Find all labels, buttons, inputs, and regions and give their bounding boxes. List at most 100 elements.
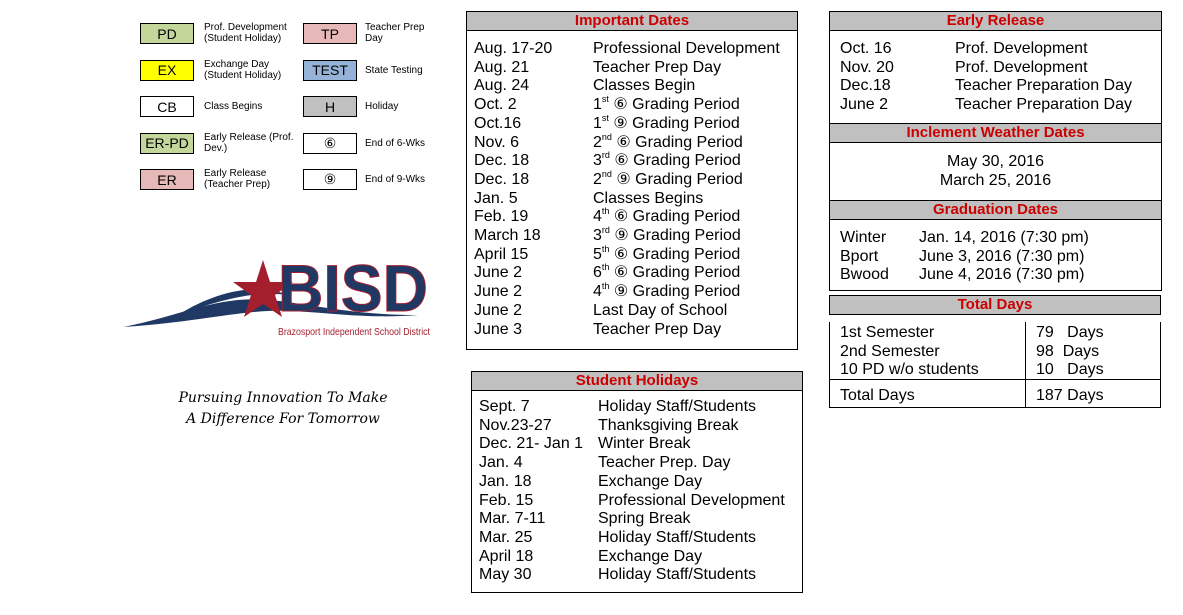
legend-swatch: TEST	[303, 59, 357, 81]
event-label: Holiday Staff/Students	[598, 528, 757, 546]
list-item: Feb. 15 Professional Development	[479, 492, 785, 511]
legend-label: Holiday	[365, 101, 399, 112]
date: Aug. 17-20	[474, 40, 553, 57]
event-label: Classes Begins	[593, 189, 704, 207]
event: Teacher Prep Day	[593, 321, 721, 340]
list-item: Dec. 21- Jan 1 Winter Break	[479, 435, 785, 454]
legend-label: Early Release (Prof. Dev.)	[204, 131, 294, 154]
event-label: Exchange Day	[598, 472, 703, 490]
event: Holiday Staff/Students	[598, 398, 756, 417]
date: Jan. 14, 2016 (7:30 pm)	[919, 229, 1089, 246]
legend-swatch: ⑥	[303, 132, 357, 154]
list-item: Nov.23-27 Thanksgiving Break	[479, 417, 785, 436]
date: May 30	[479, 566, 532, 584]
table-row: 10 PD w/o students 10 Days	[840, 361, 1104, 380]
list-item: June 2 Last Day of School	[474, 302, 780, 321]
svg-text:Brazosport Independent School: Brazosport Independent School District	[278, 326, 430, 338]
event: Winter Break	[598, 435, 690, 454]
event-label: Teacher Prep Day	[593, 58, 722, 76]
list-item: June 2 Teacher Preparation Day	[840, 96, 1132, 115]
legend-label: End of 6-Wks	[365, 137, 426, 149]
event: Prof. Development	[955, 40, 1088, 59]
inclement-date: March 25, 2016	[939, 171, 1052, 189]
event: Holiday Staff/Students	[598, 529, 756, 548]
list-item: Bport June 3, 2016 (7:30 pm)	[840, 248, 1089, 267]
ordinal-suffix: st	[601, 94, 609, 105]
list-item: May 30 Holiday Staff/Students	[479, 566, 785, 585]
event-label: Grading Period	[633, 152, 741, 170]
list-item: Dec. 18 3rd ⑥ Grading Period	[474, 151, 780, 171]
event-label: Prof. Development	[955, 40, 1088, 57]
ordinal-suffix: th	[601, 262, 610, 273]
event: Professional Development	[598, 492, 785, 511]
list-item: Winter Jan. 14, 2016 (7:30 pm)	[840, 229, 1089, 248]
date: Dec. 18	[474, 152, 530, 170]
list-item: Mar. 25 Holiday Staff/Students	[479, 529, 785, 548]
total-days-list: 1st Semester 79 Days 2nd Semester 98 Days 10…	[840, 324, 1104, 380]
date: Oct. 2	[474, 96, 517, 114]
event: Teacher Prep Day	[593, 59, 721, 78]
period-number: 4	[593, 208, 602, 226]
legend-swatch: H	[303, 96, 357, 117]
school: Bwood	[840, 266, 889, 284]
event-label: Professional Development	[598, 491, 785, 509]
list-item: March 18 3rd ⑨ Grading Period	[474, 226, 780, 246]
value: 79 Days	[1036, 324, 1104, 341]
event-label: Grading Period	[633, 227, 741, 245]
list-item: Mar. 7-11 Spring Break	[479, 510, 785, 529]
event-label: Grading Period	[632, 114, 740, 132]
date: Dec. 21- Jan 1	[479, 435, 584, 453]
event-label: Holiday Staff/Students	[598, 566, 757, 584]
list-item: Aug. 17-20 Professional Development	[474, 40, 780, 59]
list-item: Aug. 24 Classes Begin	[474, 77, 780, 96]
date: Feb. 19	[474, 208, 529, 226]
legend-swatch: PD	[140, 23, 194, 44]
legend-swatch: CB	[140, 96, 194, 117]
value: 10 Days	[1036, 361, 1104, 379]
grading-period-icon: ⑨	[613, 283, 629, 301]
event-label: Spring Break	[598, 510, 691, 528]
event-label: Teacher Prep Day	[593, 320, 722, 338]
period-number: 1	[593, 114, 602, 132]
value: 98 Days	[1036, 342, 1100, 360]
event: 6th ⑥ Grading Period	[593, 262, 740, 283]
event-label: Classes Begin	[593, 77, 696, 95]
list-item: Dec.18 Teacher Preparation Day	[840, 77, 1132, 96]
table-row: 2nd Semester 98 Days	[840, 343, 1104, 362]
list-item: Jan. 18 Exchange Day	[479, 473, 785, 492]
list-item: Bwood June 4, 2016 (7:30 pm)	[840, 266, 1089, 285]
event-label: Teacher Preparation Day	[955, 96, 1132, 114]
tagline-line: Pursuing Innovation To Make	[178, 390, 388, 406]
date: Nov. 20	[840, 58, 894, 76]
total-days-title: Total Days	[829, 295, 1161, 315]
list-item: June 3 Teacher Prep Day	[474, 321, 780, 340]
event: 4th ⑥ Grading Period	[593, 207, 740, 227]
event-label: Grading Period	[632, 245, 741, 263]
event: Spring Break	[598, 510, 691, 529]
student-holidays-list: Sept. 7 Holiday Staff/Students Nov.23-27 Th…	[479, 398, 785, 585]
date: Jan. 4	[479, 454, 523, 472]
ordinal-suffix: th	[601, 243, 610, 254]
date: April 18	[479, 547, 534, 565]
date: Sept. 7	[479, 398, 530, 415]
graduation-list: Winter Jan. 14, 2016 (7:30 pm) Bport June 3…	[840, 229, 1089, 285]
event: Prof. Development	[955, 59, 1088, 78]
event-label: Thanksgiving Break	[598, 416, 739, 434]
legend-swatch: EX	[140, 59, 194, 81]
event-label: Last Day of School	[593, 301, 728, 319]
period-number: 6	[593, 264, 602, 282]
event: Exchange Day	[598, 473, 702, 492]
date: March 18	[474, 227, 541, 245]
total-label: Total Days	[840, 387, 915, 404]
grading-period-icon: ⑨	[614, 227, 629, 245]
list-item: Nov. 20 Prof. Development	[840, 59, 1132, 78]
ordinal-suffix: nd	[601, 131, 612, 142]
grading-period-icon: ⑥	[616, 133, 631, 151]
event: 2nd ⑨ Grading Period	[593, 169, 743, 190]
date: June 3	[474, 320, 523, 338]
list-item: Oct. 16 Prof. Development	[840, 40, 1132, 59]
date: Dec. 18	[474, 170, 530, 188]
date: Aug. 21	[474, 58, 530, 76]
event: Teacher Prep. Day	[598, 454, 731, 473]
legend-swatch: ER-PD	[140, 132, 194, 154]
